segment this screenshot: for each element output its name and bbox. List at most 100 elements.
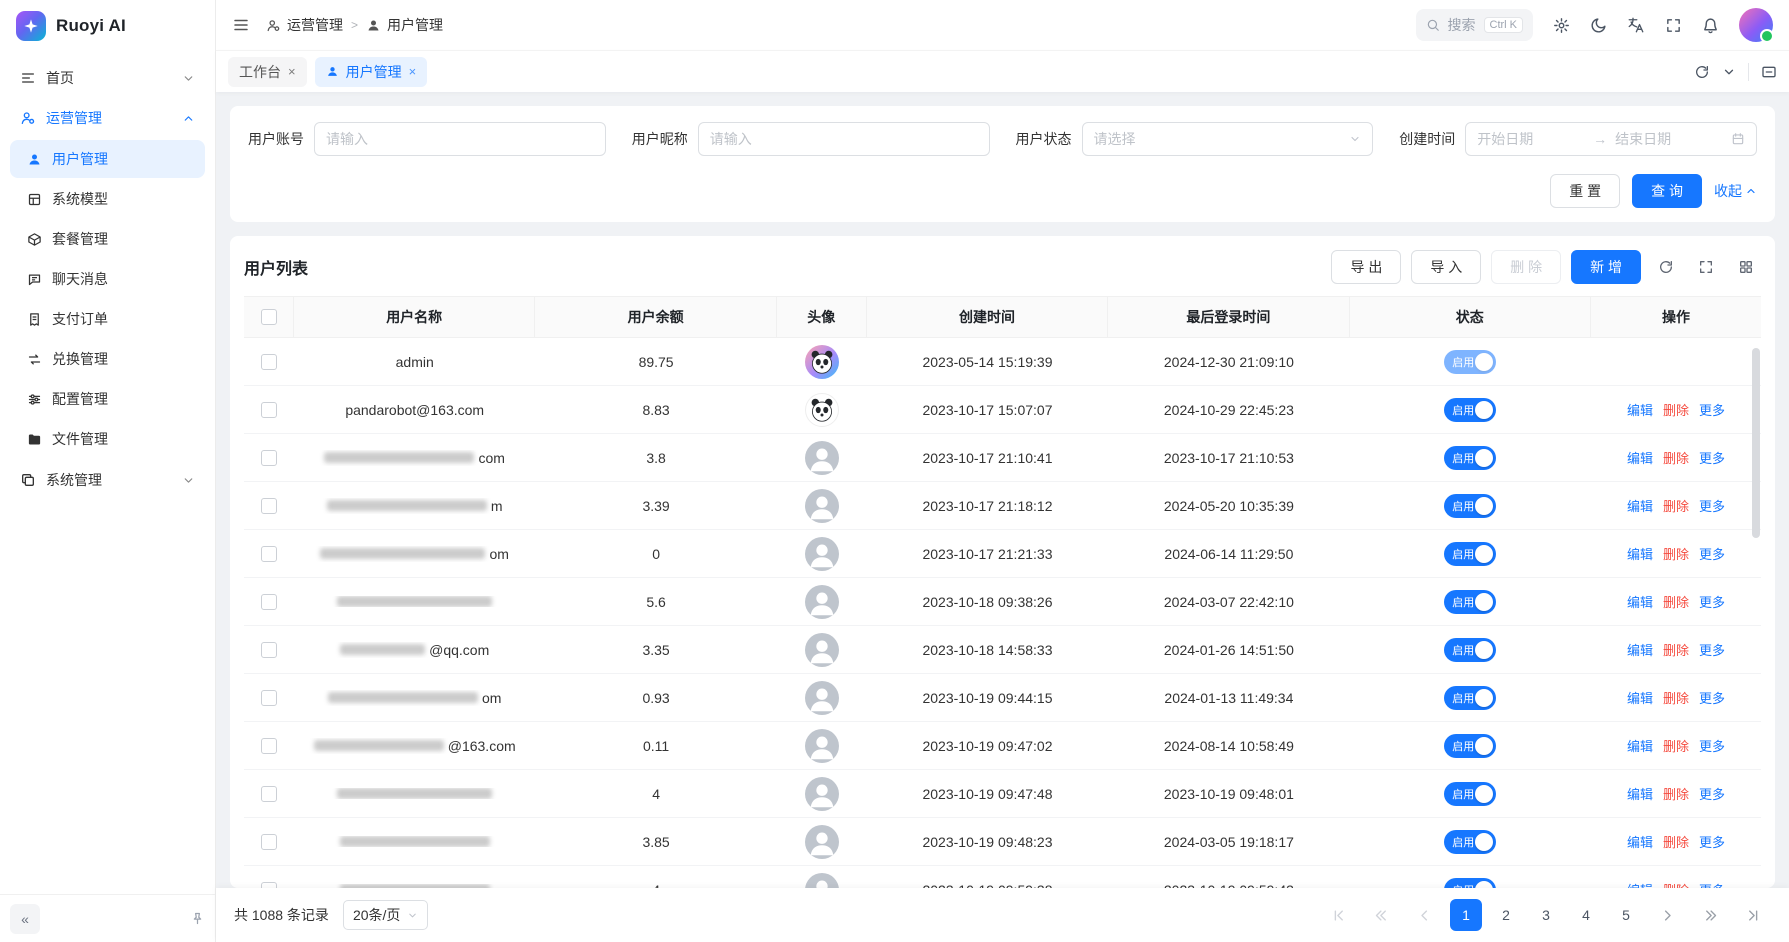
page-number-button[interactable]: 2 (1490, 899, 1522, 931)
row-checkbox[interactable] (261, 642, 277, 658)
account-input[interactable] (326, 131, 594, 147)
more-link[interactable]: 更多 (1699, 640, 1725, 659)
column-settings-grid-icon[interactable] (1731, 252, 1761, 282)
breadcrumb-operations[interactable]: 运营管理 (266, 15, 343, 35)
close-icon[interactable]: × (288, 64, 296, 79)
edit-link[interactable]: 编辑 (1627, 592, 1653, 611)
status-toggle[interactable]: 启用 (1444, 494, 1496, 518)
status-toggle[interactable]: 启用 (1444, 350, 1496, 374)
more-link[interactable]: 更多 (1699, 592, 1725, 611)
row-checkbox[interactable] (261, 354, 277, 370)
row-checkbox[interactable] (261, 594, 277, 610)
dark-mode-moon-icon[interactable] (1590, 17, 1607, 34)
edit-link[interactable]: 编辑 (1627, 496, 1653, 515)
tab-workbench[interactable]: 工作台 × (228, 57, 307, 87)
row-checkbox[interactable] (261, 402, 277, 418)
notifications-bell-icon[interactable] (1702, 17, 1719, 34)
delete-link[interactable]: 删除 (1663, 592, 1689, 611)
sidebar-group-home[interactable]: 首页 (10, 58, 205, 98)
status-toggle[interactable]: 启用 (1444, 542, 1496, 566)
delete-link[interactable]: 删除 (1663, 832, 1689, 851)
edit-link[interactable]: 编辑 (1627, 688, 1653, 707)
row-checkbox[interactable] (261, 498, 277, 514)
more-link[interactable]: 更多 (1699, 784, 1725, 803)
collapse-sidebar-button[interactable]: « (10, 904, 40, 934)
refresh-list-icon[interactable] (1651, 252, 1681, 282)
pin-icon[interactable] (190, 911, 205, 926)
delete-link[interactable]: 删除 (1663, 736, 1689, 755)
reset-button[interactable]: 重 置 (1550, 174, 1620, 208)
sidebar-item-chat-messages[interactable]: 聊天消息 (10, 260, 205, 298)
edit-link[interactable]: 编辑 (1627, 832, 1653, 851)
status-toggle[interactable]: 启用 (1444, 878, 1496, 889)
first-page-button[interactable] (1321, 899, 1356, 931)
settings-gear-icon[interactable] (1553, 17, 1570, 34)
status-select[interactable]: 请选择 (1082, 122, 1374, 156)
edit-link[interactable]: 编辑 (1627, 880, 1653, 888)
collapse-filters-link[interactable]: 收起 (1714, 181, 1757, 201)
global-search[interactable]: 搜索 Ctrl K (1416, 9, 1534, 41)
page-number-button[interactable]: 4 (1570, 899, 1602, 931)
import-button[interactable]: 导 入 (1411, 250, 1481, 284)
edit-link[interactable]: 编辑 (1627, 640, 1653, 659)
add-button[interactable]: 新 增 (1571, 250, 1641, 284)
table-scrollbar[interactable] (1752, 348, 1760, 538)
edit-link[interactable]: 编辑 (1627, 784, 1653, 803)
delete-link[interactable]: 删除 (1663, 544, 1689, 563)
nickname-input[interactable] (710, 131, 978, 147)
delete-link[interactable]: 删除 (1663, 640, 1689, 659)
tab-user-management[interactable]: 用户管理 × (315, 57, 428, 87)
edit-link[interactable]: 编辑 (1627, 544, 1653, 563)
sidebar-item-system-models[interactable]: 系统模型 (10, 180, 205, 218)
edit-link[interactable]: 编辑 (1627, 736, 1653, 755)
sidebar-item-packages[interactable]: 套餐管理 (10, 220, 205, 258)
fit-screen-icon[interactable] (1761, 64, 1777, 80)
sidebar-item-files[interactable]: 文件管理 (10, 420, 205, 458)
more-link[interactable]: 更多 (1699, 448, 1725, 467)
page-number-button[interactable]: 5 (1610, 899, 1642, 931)
export-button[interactable]: 导 出 (1331, 250, 1401, 284)
fullscreen-icon[interactable] (1665, 17, 1682, 34)
delete-link[interactable]: 删除 (1663, 880, 1689, 888)
status-toggle[interactable]: 启用 (1444, 830, 1496, 854)
sidebar-group-system[interactable]: 系统管理 (10, 460, 205, 500)
sidebar-item-configuration[interactable]: 配置管理 (10, 380, 205, 418)
delete-link[interactable]: 删除 (1663, 688, 1689, 707)
fullscreen-table-icon[interactable] (1691, 252, 1721, 282)
edit-link[interactable]: 编辑 (1627, 448, 1653, 467)
row-checkbox[interactable] (261, 690, 277, 706)
edit-link[interactable]: 编辑 (1627, 400, 1653, 419)
row-checkbox[interactable] (261, 450, 277, 466)
delete-link[interactable]: 删除 (1663, 496, 1689, 515)
search-button[interactable]: 查 询 (1632, 174, 1702, 208)
more-link[interactable]: 更多 (1699, 688, 1725, 707)
row-checkbox[interactable] (261, 546, 277, 562)
page-number-button[interactable]: 3 (1530, 899, 1562, 931)
delete-button[interactable]: 删 除 (1491, 250, 1561, 284)
language-translate-icon[interactable] (1627, 16, 1645, 34)
next-page-button[interactable] (1650, 899, 1685, 931)
page-number-button[interactable]: 1 (1450, 899, 1482, 931)
status-toggle[interactable]: 启用 (1444, 638, 1496, 662)
more-link[interactable]: 更多 (1699, 880, 1725, 888)
last-page-button[interactable] (1736, 899, 1771, 931)
user-avatar[interactable] (1739, 8, 1773, 42)
more-link[interactable]: 更多 (1699, 736, 1725, 755)
sidebar-item-payment-orders[interactable]: 支付订单 (10, 300, 205, 338)
delete-link[interactable]: 删除 (1663, 784, 1689, 803)
select-all-checkbox[interactable] (261, 309, 277, 325)
more-link[interactable]: 更多 (1699, 832, 1725, 851)
row-checkbox[interactable] (261, 786, 277, 802)
date-range-picker[interactable]: 开始日期 → 结束日期 (1465, 122, 1757, 156)
sidebar-item-user-management[interactable]: 用户管理 (10, 140, 205, 178)
page-size-select[interactable]: 20条/页 (343, 900, 428, 930)
breadcrumb-user-management[interactable]: 用户管理 (366, 15, 443, 35)
status-toggle[interactable]: 启用 (1444, 782, 1496, 806)
row-checkbox[interactable] (261, 834, 277, 850)
status-toggle[interactable]: 启用 (1444, 686, 1496, 710)
row-checkbox[interactable] (261, 738, 277, 754)
prev-group-button[interactable] (1364, 899, 1399, 931)
close-icon[interactable]: × (409, 64, 417, 79)
status-toggle[interactable]: 启用 (1444, 590, 1496, 614)
sidebar-item-exchange[interactable]: 兑换管理 (10, 340, 205, 378)
